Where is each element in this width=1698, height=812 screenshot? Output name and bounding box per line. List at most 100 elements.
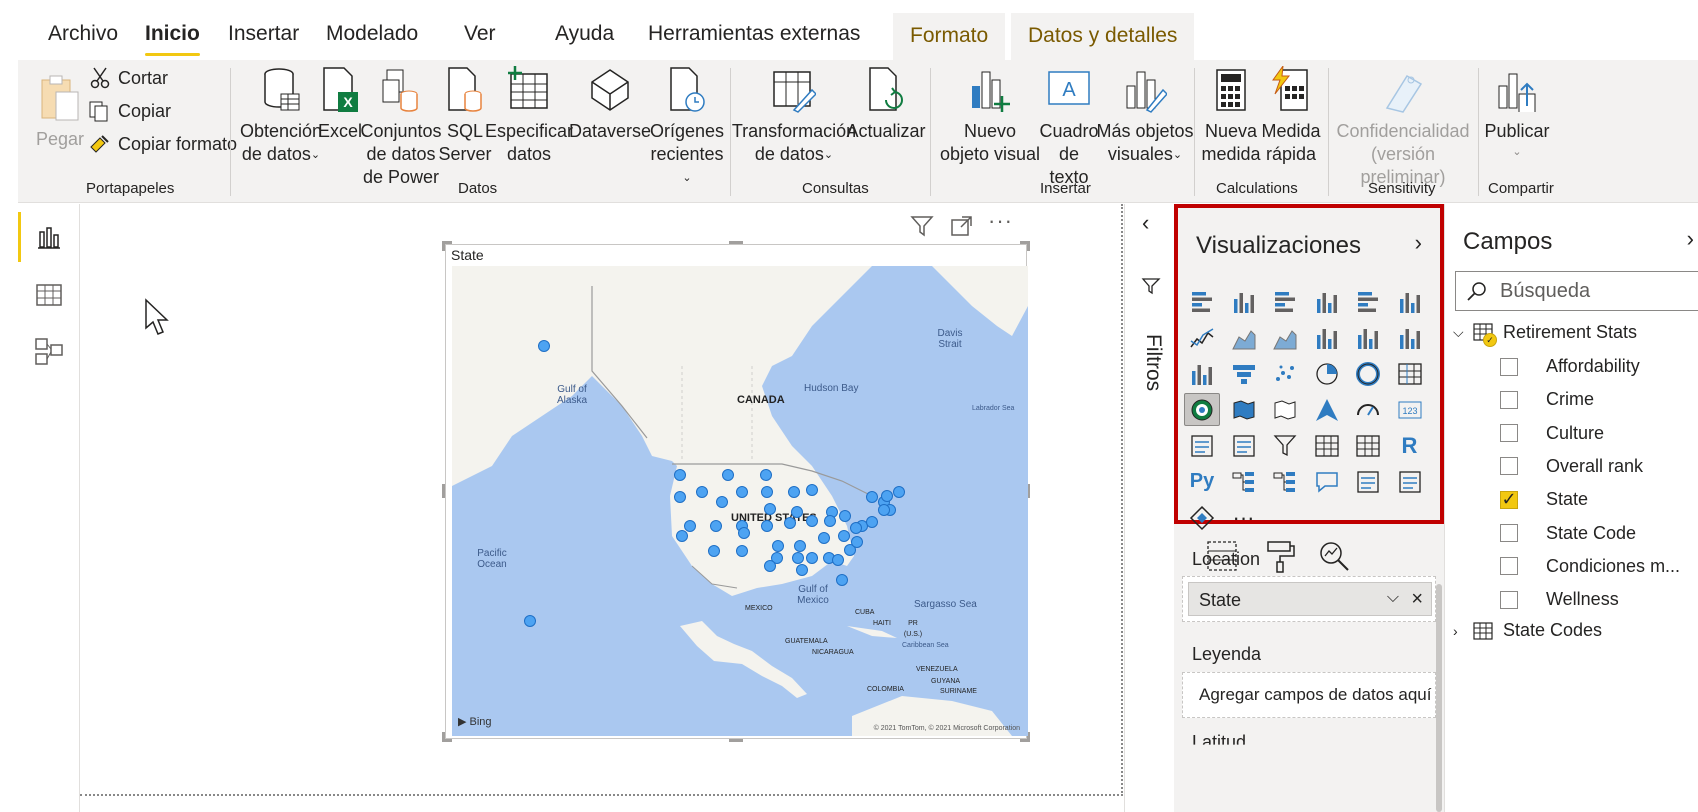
cut-button[interactable]: Cortar xyxy=(90,67,168,89)
table-icon[interactable] xyxy=(1309,429,1345,462)
map-point[interactable] xyxy=(784,517,796,529)
map-point[interactable] xyxy=(788,486,800,498)
chevron-down-icon[interactable]: ⌵ xyxy=(1387,589,1399,607)
more-visuals-button[interactable]: Más objetos visuales⌄ xyxy=(1096,66,1194,169)
field-row[interactable]: Culture xyxy=(1500,423,1604,444)
chevron-down-icon[interactable]: ⌵ xyxy=(1453,324,1473,341)
map-point[interactable] xyxy=(674,469,686,481)
paginated-report-icon[interactable] xyxy=(1350,465,1386,498)
new-measure-button[interactable]: Nueva medida xyxy=(1201,66,1261,166)
map-point[interactable] xyxy=(806,484,818,496)
map-point[interactable] xyxy=(761,486,773,498)
excel-button[interactable]: X Excel xyxy=(318,66,362,143)
map-point[interactable] xyxy=(866,491,878,503)
treemap-icon[interactable] xyxy=(1392,357,1428,390)
recent-sources-button[interactable]: Orígenes recientes ⌄ xyxy=(646,66,728,192)
map-point[interactable] xyxy=(796,564,808,576)
smart-narrative-icon[interactable] xyxy=(1392,465,1428,498)
filters-label[interactable]: Filtros xyxy=(1141,334,1165,391)
slicer-icon[interactable] xyxy=(1267,429,1303,462)
tab-ayuda[interactable]: Ayuda xyxy=(555,22,614,46)
refresh-button[interactable]: Actualizar xyxy=(846,66,926,143)
map-visual[interactable]: State CANADA UNITED STATES MEXICO CUBA H… xyxy=(442,241,1030,742)
map-point[interactable] xyxy=(764,503,776,515)
map-point[interactable] xyxy=(806,515,818,527)
analytics-magnifier-icon[interactable] xyxy=(1316,538,1352,574)
get-data-button[interactable]: Obtención de datos⌄ xyxy=(240,66,322,169)
resize-handle[interactable] xyxy=(442,732,445,742)
map-point[interactable] xyxy=(736,545,748,557)
map-point[interactable] xyxy=(838,530,850,542)
report-view-icon[interactable] xyxy=(34,222,64,252)
map-point[interactable] xyxy=(761,520,773,532)
map-point[interactable] xyxy=(851,536,863,548)
more-visuals-ellipsis-icon[interactable]: ··· xyxy=(1226,501,1262,534)
power-apps-icon[interactable] xyxy=(1184,501,1220,534)
map-point[interactable] xyxy=(836,574,848,586)
funnel-icon[interactable] xyxy=(1226,357,1262,390)
field-checkbox[interactable] xyxy=(1500,524,1518,542)
field-checkbox[interactable] xyxy=(1500,390,1518,409)
map-point[interactable] xyxy=(760,469,772,481)
model-view-icon[interactable] xyxy=(34,336,64,366)
map-point[interactable] xyxy=(839,510,851,522)
field-checkbox[interactable] xyxy=(1500,357,1518,376)
waterfall-icon[interactable] xyxy=(1184,357,1220,390)
map-point[interactable] xyxy=(866,516,878,528)
map-point[interactable] xyxy=(772,540,784,552)
chevron-right-icon[interactable]: › xyxy=(1687,226,1694,252)
field-row[interactable]: Overall rank xyxy=(1500,456,1643,477)
line-clustered-column-icon[interactable] xyxy=(1350,321,1386,354)
map-point[interactable] xyxy=(794,540,806,552)
stacked-area-icon[interactable] xyxy=(1267,321,1303,354)
field-row[interactable]: Wellness xyxy=(1500,589,1619,610)
tab-datos-y-detalles[interactable]: Datos y detalles xyxy=(1011,13,1195,60)
map-point[interactable] xyxy=(716,496,728,508)
format-painter-button[interactable]: Copiar formato xyxy=(88,133,237,155)
field-checkbox[interactable]: ✓ xyxy=(1500,489,1518,509)
report-canvas[interactable]: ··· State CANADA UNITED STATES MEXICO CU… xyxy=(80,204,1123,796)
field-checkbox[interactable] xyxy=(1500,424,1518,443)
shape-map-icon[interactable] xyxy=(1267,393,1303,426)
r-visual-icon[interactable]: R xyxy=(1392,429,1428,462)
matrix-icon[interactable] xyxy=(1350,429,1386,462)
map-point[interactable] xyxy=(524,615,536,627)
100-stacked-column-icon[interactable] xyxy=(1392,285,1428,318)
tab-formato[interactable]: Formato xyxy=(893,13,1006,60)
resize-handle[interactable] xyxy=(442,241,445,251)
bing-map[interactable]: CANADA UNITED STATES MEXICO CUBA HAITI P… xyxy=(452,266,1028,736)
publish-button[interactable]: Publicar ⌄ xyxy=(1480,66,1554,166)
tab-archivo[interactable]: Archivo xyxy=(48,22,118,46)
filter-icon[interactable] xyxy=(910,214,934,238)
chevron-left-icon[interactable]: ‹ xyxy=(1142,210,1149,236)
map-point[interactable] xyxy=(708,545,720,557)
multi-row-card-icon[interactable] xyxy=(1184,429,1220,462)
field-checkbox[interactable] xyxy=(1500,590,1518,609)
filled-map-icon[interactable] xyxy=(1226,393,1262,426)
field-row[interactable]: ✓ State xyxy=(1500,489,1588,510)
power-bi-datasets-button[interactable]: Conjuntos de datos de Power xyxy=(360,66,442,189)
map-point[interactable] xyxy=(878,504,890,516)
dataverse-button[interactable]: Dataverse xyxy=(569,66,651,143)
sql-server-button[interactable]: SQL Server xyxy=(439,66,492,166)
chevron-right-icon[interactable]: › xyxy=(1453,623,1473,639)
field-row[interactable]: Affordability xyxy=(1500,356,1640,377)
100-stacked-bar-icon[interactable] xyxy=(1350,285,1386,318)
transform-data-button[interactable]: Transformación de datos⌄ xyxy=(732,66,856,169)
enter-data-button[interactable]: Especificar datos xyxy=(485,66,573,166)
legend-well[interactable]: Agregar campos de datos aquí xyxy=(1182,672,1436,718)
map-point[interactable] xyxy=(684,520,696,532)
resize-handle[interactable] xyxy=(442,484,445,498)
map-point[interactable] xyxy=(736,486,748,498)
text-box-button[interactable]: A Cuadro de texto xyxy=(1039,66,1099,189)
map-point[interactable] xyxy=(818,532,830,544)
map-point[interactable] xyxy=(696,486,708,498)
map-icon[interactable] xyxy=(1184,393,1220,426)
map-point[interactable] xyxy=(824,515,836,527)
map-point[interactable] xyxy=(764,560,776,572)
table-state-codes[interactable]: › State Codes xyxy=(1453,620,1602,641)
area-chart-icon[interactable] xyxy=(1226,321,1262,354)
filters-pane-collapsed[interactable]: ‹ Filtros xyxy=(1124,204,1174,812)
map-point[interactable] xyxy=(738,527,750,539)
map-point[interactable] xyxy=(674,491,686,503)
